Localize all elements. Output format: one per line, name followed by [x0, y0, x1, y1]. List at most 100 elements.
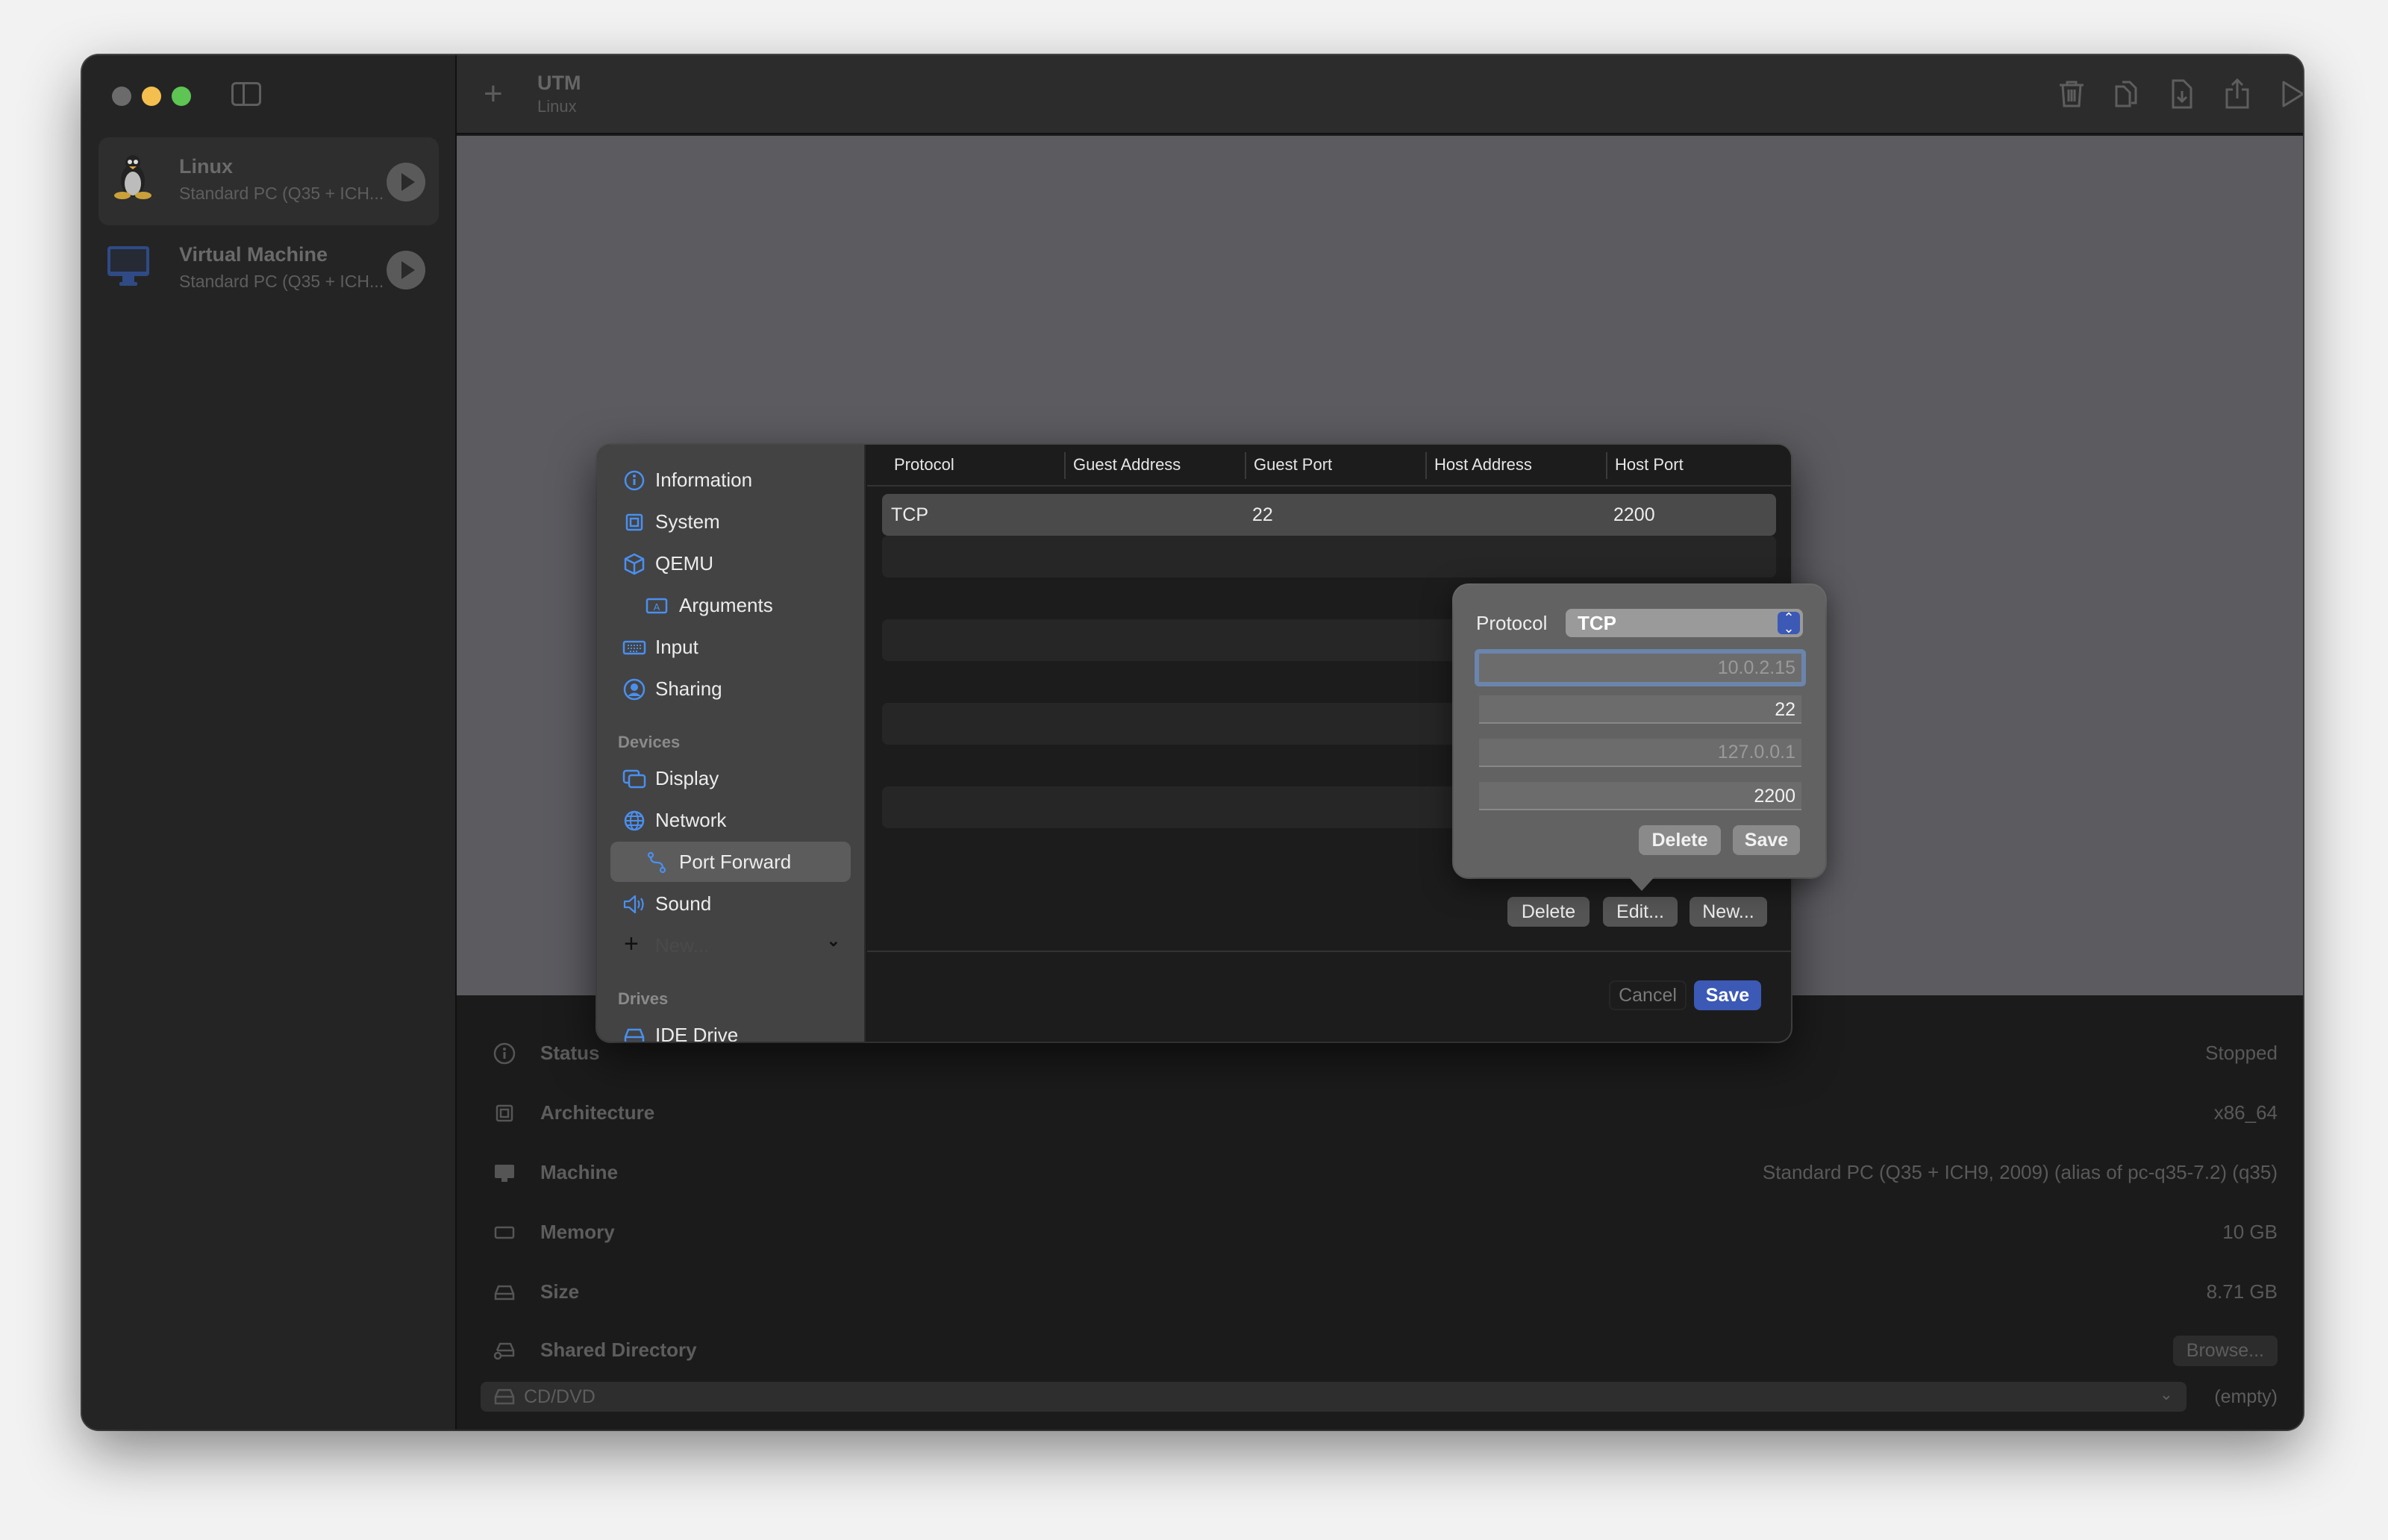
vm-name: Virtual Machine [179, 243, 328, 266]
memory-icon [494, 1226, 515, 1239]
nav-label: Port Forward [679, 851, 792, 873]
edit-rule-popover: Protocol TCP ⌃⌄ 22 2200 Delete Save [1454, 585, 1825, 877]
nav-item-input[interactable]: Input [610, 627, 851, 667]
cpu-icon [625, 513, 643, 531]
nav-section-devices: Devices [618, 733, 681, 751]
column-header-guest-port[interactable]: Guest Port [1254, 455, 1332, 475]
drive-icon [494, 1285, 515, 1300]
keyboard-icon [622, 640, 646, 655]
protocol-value: TCP [1578, 612, 1616, 634]
speaker-icon [623, 895, 644, 914]
column-divider[interactable] [1425, 452, 1427, 479]
person-circle-icon [623, 678, 646, 701]
info-icon [493, 1042, 516, 1065]
nav-item-sound[interactable]: Sound [610, 883, 851, 924]
sidebar-toggle-icon[interactable] [231, 82, 261, 106]
column-header-protocol[interactable]: Protocol [894, 455, 954, 475]
column-header-guest-address[interactable]: Guest Address [1073, 455, 1181, 475]
nav-item-ide-drive[interactable]: IDE Drive [610, 1015, 851, 1042]
nav-label: Information [655, 469, 753, 491]
host-address-field[interactable] [1479, 739, 1801, 767]
popover-delete-button[interactable]: Delete [1639, 825, 1721, 855]
nav-label: Arguments [679, 594, 773, 616]
detail-row-architecture: Architecture x86_64 [457, 1091, 2303, 1136]
save-button[interactable]: Save [1694, 980, 1761, 1010]
window-title: UTM [537, 72, 581, 94]
nav-item-network[interactable]: Network [610, 800, 851, 840]
nav-item-arguments[interactable]: A Arguments [610, 585, 851, 625]
cd-dvd-value: (empty) [2214, 1386, 2278, 1407]
cube-icon [624, 553, 645, 575]
cancel-button[interactable]: Cancel [1609, 980, 1687, 1010]
share-icon[interactable] [2221, 78, 2254, 110]
detail-value: Standard PC (Q35 + ICH9, 2009) (alias of… [1762, 1161, 2278, 1183]
protocol-select[interactable]: TCP ⌃ ⌄ [1566, 609, 1803, 637]
column-header-host-address[interactable]: Host Address [1434, 455, 1532, 475]
cell-host-port: 2200 [1613, 504, 1655, 525]
cd-dvd-select[interactable]: CD/DVD ⌄ [481, 1382, 2187, 1412]
zoom-button[interactable] [172, 87, 191, 106]
column-divider[interactable] [1245, 452, 1246, 479]
cd-dvd-label: CD/DVD [524, 1386, 596, 1407]
chevron-down-icon: ⌄ [826, 931, 840, 950]
svg-text:A: A [654, 601, 660, 613]
monitor-icon [495, 1165, 514, 1182]
close-button[interactable] [112, 87, 131, 106]
text-field-icon: A [646, 598, 668, 614]
browse-button[interactable]: Browse... [2172, 1336, 2278, 1366]
cd-drive-icon [494, 1389, 515, 1405]
nav-label: QEMU [655, 552, 713, 575]
popover-save-button[interactable]: Save [1733, 825, 1800, 855]
minimize-button[interactable] [142, 87, 161, 106]
trash-icon[interactable] [2055, 78, 2088, 110]
nav-item-information[interactable]: Information [610, 460, 851, 500]
vm-details: Status Stopped Architecture x86_64 Machi… [457, 995, 2303, 1430]
add-vm-button[interactable]: + [484, 78, 503, 110]
delete-rule-button[interactable]: Delete [1507, 897, 1590, 927]
vm-subtitle: Standard PC (Q35 + ICH... [179, 184, 384, 203]
clone-icon[interactable] [2110, 78, 2143, 110]
port-forward-table-header: Protocol Guest Address Guest Port Host A… [867, 445, 1791, 486]
nav-item-system[interactable]: System [610, 501, 851, 542]
display-icon [622, 769, 646, 789]
guest-port-field[interactable]: 22 [1479, 695, 1801, 724]
guest-address-field[interactable] [1479, 654, 1801, 682]
column-header-host-port[interactable]: Host Port [1615, 455, 1684, 475]
chevron-down-icon: ⌄ [2159, 1385, 2173, 1403]
footer-divider [867, 951, 1791, 952]
vm-list-item-virtual-machine[interactable]: Virtual Machine Standard PC (Q35 + ICH..… [99, 225, 439, 313]
detail-row-memory: Memory 10 GB [457, 1210, 2303, 1255]
play-icon[interactable] [2276, 78, 2303, 110]
play-vm-button[interactable] [387, 251, 425, 289]
window-subtitle: Linux [537, 97, 577, 116]
play-vm-button[interactable] [387, 163, 425, 201]
edit-rule-button[interactable]: Edit... [1603, 897, 1678, 927]
nav-label: Input [655, 636, 698, 658]
detail-label: Status [540, 1042, 600, 1064]
detail-row-machine: Machine Standard PC (Q35 + ICH9, 2009) (… [457, 1151, 2303, 1195]
nav-item-display[interactable]: Display [610, 758, 851, 798]
nav-item-sharing[interactable]: Sharing [610, 669, 851, 709]
toolbar: + UTM Linux [457, 55, 2303, 134]
updown-chevron-icon: ⌃ ⌄ [1778, 611, 1800, 635]
column-divider[interactable] [1606, 452, 1607, 479]
download-file-icon[interactable] [2166, 78, 2198, 110]
nav-section-drives: Drives [618, 989, 669, 1008]
detail-label: Size [540, 1280, 580, 1303]
vm-name: Linux [179, 155, 233, 178]
table-row[interactable]: TCP 22 2200 [882, 494, 1776, 536]
info-icon [624, 470, 645, 491]
column-divider[interactable] [1064, 452, 1066, 479]
detail-value: Stopped [2205, 1042, 2278, 1064]
protocol-label: Protocol [1476, 612, 1548, 634]
new-rule-button[interactable]: New... [1690, 897, 1767, 927]
vm-list-item-linux[interactable]: Linux Standard PC (Q35 + ICH... [99, 137, 439, 225]
nav-item-qemu[interactable]: QEMU [610, 543, 851, 583]
port-forward-icon [647, 851, 666, 874]
nav-item-port-forward[interactable]: Port Forward [610, 842, 851, 882]
linux-penguin-icon [114, 155, 151, 199]
new-device-menu[interactable]: + New... ⌄ [610, 925, 851, 965]
host-port-field[interactable]: 2200 [1479, 782, 1801, 810]
shared-drive-icon [493, 1342, 515, 1360]
nav-label: Sharing [655, 677, 722, 700]
